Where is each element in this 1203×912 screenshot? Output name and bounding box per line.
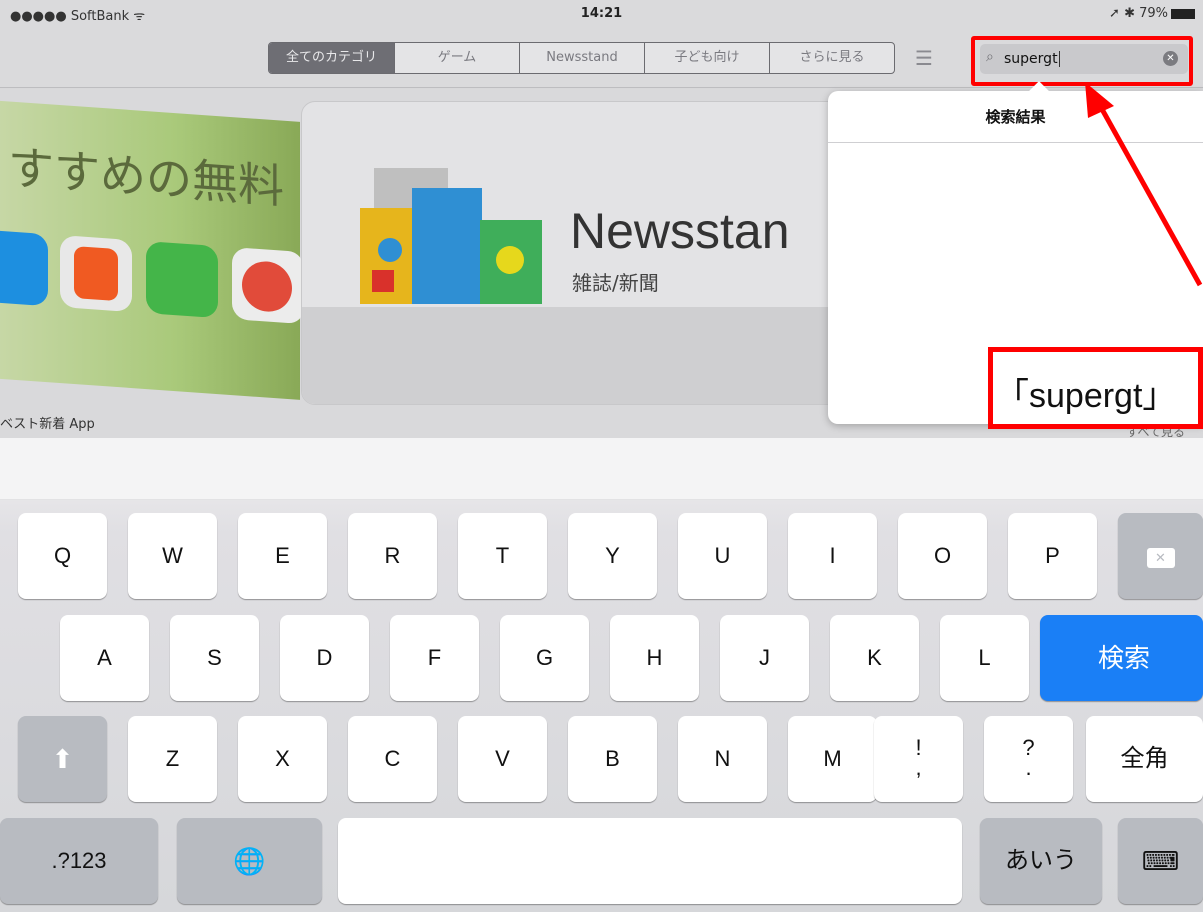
globe-icon: 🌐 [233,846,266,876]
section-title: ベスト新着 App [0,417,95,432]
key-m[interactable]: M [788,716,877,802]
key-w[interactable]: W [128,513,217,599]
shelf [302,307,840,404]
shift-icon: ⬆ [51,744,74,774]
key-exclam-label: ! [915,735,922,760]
newsstand-icon [360,168,542,304]
dismiss-keyboard-key[interactable]: ⌨ [1118,818,1203,904]
search-highlight-box [971,36,1193,86]
battery-icon [1171,8,1195,19]
zenkaku-key[interactable]: 全角 [1086,716,1203,802]
key-comma-label: , [915,755,922,780]
category-segmented-control: 全てのカテゴリ ゲーム Newsstand 子ども向け さらに見る [268,42,895,74]
segment-more[interactable]: さらに見る [769,43,894,73]
key-g[interactable]: G [500,615,589,701]
newsstand-subtitle: 雑誌/新聞 [572,271,659,295]
segment-newsstand[interactable]: Newsstand [519,43,644,73]
key-k[interactable]: K [830,615,919,701]
backspace-key[interactable]: ✕ [1118,513,1203,599]
keyboard-hide-icon: ⌨ [1141,846,1180,876]
keyboard-suggestion-bar [0,438,1203,500]
key-z[interactable]: Z [128,716,217,802]
key-c[interactable]: C [348,716,437,802]
key-y[interactable]: Y [568,513,657,599]
key-question-period[interactable]: ? . [984,716,1073,802]
key-i[interactable]: I [788,513,877,599]
list-icon[interactable]: ☰ [912,48,936,68]
keyboard: Q W E R T Y U I O P ✕ A S D F G H J K L … [0,438,1203,912]
annotation-arrow [1085,82,1203,287]
key-o[interactable]: O [898,513,987,599]
key-t[interactable]: T [458,513,547,599]
key-q[interactable]: Q [18,513,107,599]
backspace-icon: ✕ [1146,548,1175,568]
key-h[interactable]: H [610,615,699,701]
space-key[interactable] [338,818,962,904]
key-r[interactable]: R [348,513,437,599]
key-j[interactable]: J [720,615,809,701]
key-f[interactable]: F [390,615,479,701]
kana-key[interactable]: あいう [980,818,1102,904]
battery-label: ➚ ✱ 79% [1109,6,1168,21]
app-icon[interactable] [146,241,218,319]
key-exclam-comma[interactable]: ! , [874,716,963,802]
free-apps-title: すすめの無料 [8,140,284,214]
key-question-label: ? [1022,735,1035,760]
key-l[interactable]: L [940,615,1029,701]
status-bar: ●●●●● SoftBank ᯤ 14:21 ➚ ✱ 79% [0,0,1203,26]
numbers-key[interactable]: .?123 [0,818,158,904]
key-u[interactable]: U [678,513,767,599]
search-key[interactable]: 検索 [1040,615,1203,701]
key-d[interactable]: D [280,615,369,701]
free-apps-banner[interactable]: すすめの無料 [0,100,304,400]
key-a[interactable]: A [60,615,149,701]
newsstand-title: Newsstan [570,203,790,259]
annotation-text: 「supergt」 [995,377,1177,415]
key-x[interactable]: X [238,716,327,802]
key-p[interactable]: P [1008,513,1097,599]
segment-games[interactable]: ゲーム [394,43,519,73]
battery-indicator: ➚ ✱ 79% [1109,6,1195,21]
key-n[interactable]: N [678,716,767,802]
key-b[interactable]: B [568,716,657,802]
globe-key[interactable]: 🌐 [177,818,322,904]
key-period-label: . [1025,755,1032,780]
clock: 14:21 [580,6,623,21]
key-s[interactable]: S [170,615,259,701]
shift-key[interactable]: ⬆ [18,716,107,802]
newsstand-banner[interactable]: Newsstan 雑誌/新聞 [301,101,841,405]
annotation-box: 「supergt」 [988,347,1203,429]
key-e[interactable]: E [238,513,327,599]
key-v[interactable]: V [458,716,547,802]
segment-kids[interactable]: 子ども向け [644,43,769,73]
app-icon[interactable] [60,235,132,313]
segment-all-categories[interactable]: 全てのカテゴリ [269,43,394,73]
app-icon[interactable] [232,247,304,325]
app-icon[interactable] [0,229,48,307]
